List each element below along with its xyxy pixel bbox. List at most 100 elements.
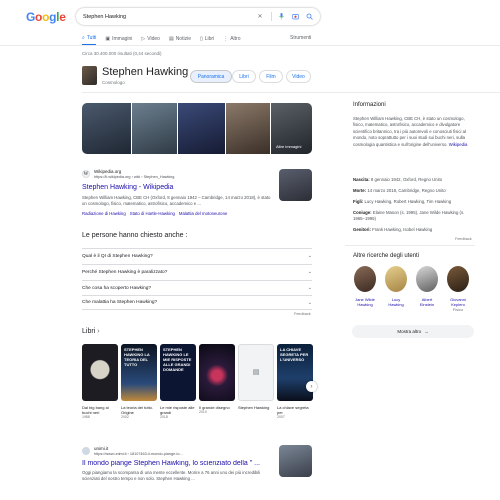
result-title-link[interactable]: Stephen Hawking - Wikipedia xyxy=(82,184,173,191)
paa-question[interactable]: Perché Stephen Hawking è paralizzato? ⌄ xyxy=(82,264,312,279)
fact-death: Morte: 14 marzo 2018, Cambridge, Regno U… xyxy=(353,188,475,194)
feedback-link[interactable]: Feedback xyxy=(294,312,311,316)
fact-value: Frank Hawking, Isobel Hawking xyxy=(372,227,433,232)
book-year: 2007 xyxy=(277,415,285,419)
person-photo[interactable] xyxy=(447,266,469,292)
pill-books[interactable]: Libri xyxy=(232,70,256,83)
fact-birth: Nascita: 8 gennaio 1942, Oxford, Regno U… xyxy=(353,177,475,183)
show-more-button[interactable]: Mostra altro → xyxy=(352,325,474,338)
wikipedia-link[interactable]: Wikipedia xyxy=(449,142,468,147)
book-cover[interactable]: STEPHEN HAWKING LA TEORIA DEL TUTTO xyxy=(121,344,157,401)
mic-icon[interactable] xyxy=(278,13,285,20)
tab-news[interactable]: ▤ Notizie xyxy=(169,35,191,45)
book-cover[interactable]: LA CHIAVE SEGRETA PER L'UNIVERSO xyxy=(277,344,313,401)
image-thumb[interactable] xyxy=(225,103,271,154)
fact-label: Morte: xyxy=(353,188,367,193)
book-caption[interactable]: La teoria del tutto. Origine 2002 xyxy=(121,405,157,420)
logo-letter: e xyxy=(59,10,66,24)
book-title: Dal big bang ai buchi neri xyxy=(82,405,109,415)
person-name-text: Giovanni Keplero xyxy=(450,297,466,307)
search-input[interactable]: Stephen Hawking xyxy=(83,14,257,20)
sitelink[interactable]: Stato di Hartle-Hawking xyxy=(130,211,175,216)
fact-value: 14 marzo 2018, Cambridge, Regno Unito xyxy=(367,188,446,193)
result-site-name: unimi.it xyxy=(94,446,109,451)
fact-value: Lucy Hawking, Robert Hawking, Tim Hawkin… xyxy=(364,199,452,204)
tab-videos[interactable]: ▷ Video xyxy=(141,35,160,45)
person-name-text: Albert Einstein xyxy=(419,297,435,307)
person-photo[interactable] xyxy=(385,266,407,292)
site-favicon-icon xyxy=(82,447,90,455)
clear-icon[interactable]: ✕ xyxy=(257,13,264,20)
image-thumb[interactable] xyxy=(178,103,225,154)
chevron-down-icon: ⌄ xyxy=(307,253,312,259)
also-searched-heading: Altre ricerche degli utenti xyxy=(353,253,420,259)
person-photo[interactable] xyxy=(416,266,438,292)
search-icon[interactable] xyxy=(306,13,313,20)
tab-label: Video xyxy=(147,35,160,42)
pill-videos[interactable]: Video xyxy=(286,70,311,83)
book-cover-text: STEPHEN HAWKING LE MIE RISPOSTE ALLE GRA… xyxy=(163,347,192,372)
result-site-name: Wikipedia.org xyxy=(94,169,122,174)
panel-heading: Informazioni xyxy=(353,102,386,108)
fact-parents: Genitori: Frank Hawking, Isobel Hawking xyxy=(353,227,475,233)
chevron-right-icon[interactable]: › xyxy=(306,381,317,392)
tab-all[interactable]: ⌕ Tutti xyxy=(82,35,97,45)
paa-question[interactable]: Che malattia ha Stephen Hawking? ⌄ xyxy=(82,295,312,310)
panel-description: Stephen William Hawking, CBE CH, è stato… xyxy=(353,116,473,148)
sitelink[interactable]: Malattia del motoneurone xyxy=(179,211,228,216)
camera-icon[interactable] xyxy=(292,13,299,20)
chevron-right-icon: › xyxy=(97,328,100,335)
fact-label: Coniuge: xyxy=(353,210,372,215)
pill-films[interactable]: Film xyxy=(259,70,283,83)
book-cover-placeholder[interactable]: ▤ xyxy=(238,344,274,401)
result-snippet: Oggi piangiamo la scomparsa di una mente… xyxy=(82,470,261,481)
book-cover[interactable] xyxy=(82,344,118,401)
person-name[interactable]: Giovanni Keplero Fisico xyxy=(446,297,470,312)
search-tabs: ⌕ Tutti ▣ Immagini ▷ Video ▤ Notizie ▯ Libri … xyxy=(82,35,240,45)
entity-thumbnail[interactable] xyxy=(82,66,97,85)
person-name[interactable]: Albert Einstein xyxy=(415,297,439,307)
book-cover[interactable] xyxy=(199,344,235,401)
fact-label: Figli: xyxy=(353,199,364,204)
person-subtitle: Fisico xyxy=(452,307,464,312)
person-name[interactable]: Jane Wilde Hawking xyxy=(353,297,377,307)
sitelink[interactable]: Radiazione di Hawking xyxy=(82,211,126,216)
book-caption[interactable]: La chiave segreta per 2007 xyxy=(277,405,313,420)
result-title-link[interactable]: Il mondo piange Stephen Hawking, lo scie… xyxy=(82,460,277,467)
book-caption[interactable]: Dal big bang ai buchi neri 1988 xyxy=(82,405,118,420)
fact-value: 8 gennaio 1942, Oxford, Regno Unito xyxy=(370,177,443,182)
book-title: La teoria del tutto. Origine xyxy=(121,405,154,415)
arrow-right-icon: → xyxy=(424,329,429,334)
result-thumbnail[interactable] xyxy=(279,169,312,201)
fact-spouse: Coniuge: Elaine Mason (s. 1995), Jane Wi… xyxy=(353,210,475,222)
person-photo[interactable] xyxy=(354,266,376,292)
entity-divider xyxy=(82,92,500,93)
tab-images[interactable]: ▣ Immagini xyxy=(105,35,132,45)
question-text: Qual è il QI di Stephen Hawking? xyxy=(82,253,153,259)
tab-more[interactable]: ⋮ Altro xyxy=(223,35,240,45)
pill-overview[interactable]: Panoramica xyxy=(190,70,232,83)
tab-label: Notizie xyxy=(175,35,191,42)
fact-children: Figli: Lucy Hawking, Robert Hawking, Tim… xyxy=(353,199,475,205)
image-thumb[interactable] xyxy=(82,103,131,154)
more-images-link[interactable]: Altre immagini xyxy=(276,144,301,149)
paa-question[interactable]: Qual è il QI di Stephen Hawking? ⌄ xyxy=(82,248,312,263)
book-caption[interactable]: Le mie risposte alle grandi 2018 xyxy=(160,405,196,420)
paa-question[interactable]: Che cosa ha scoperto Hawking? ⌄ xyxy=(82,280,312,295)
feedback-link[interactable]: Feedback xyxy=(455,237,472,241)
books-heading[interactable]: Libri › xyxy=(82,328,100,335)
question-text: Che cosa ha scoperto Hawking? xyxy=(82,285,152,291)
fact-label: Nascita: xyxy=(353,177,370,182)
image-thumb[interactable] xyxy=(131,103,178,154)
book-caption[interactable]: Stephen Hawking xyxy=(238,405,274,410)
book-caption[interactable]: Il grande disegno 2010 xyxy=(199,405,235,415)
search-bar[interactable]: Stephen Hawking ✕ xyxy=(76,8,320,25)
book-cover[interactable]: STEPHEN HAWKING LE MIE RISPOSTE ALLE GRA… xyxy=(160,344,196,401)
result-thumbnail[interactable] xyxy=(279,445,312,477)
book-year: 2010 xyxy=(199,410,207,414)
person-name[interactable]: Lucy Hawking xyxy=(384,297,408,307)
books-heading-text: Libri xyxy=(82,328,96,335)
tab-books[interactable]: ▯ Libri xyxy=(200,35,214,45)
google-logo[interactable]: Google xyxy=(26,10,66,24)
tools-button[interactable]: Strumenti xyxy=(290,35,311,41)
